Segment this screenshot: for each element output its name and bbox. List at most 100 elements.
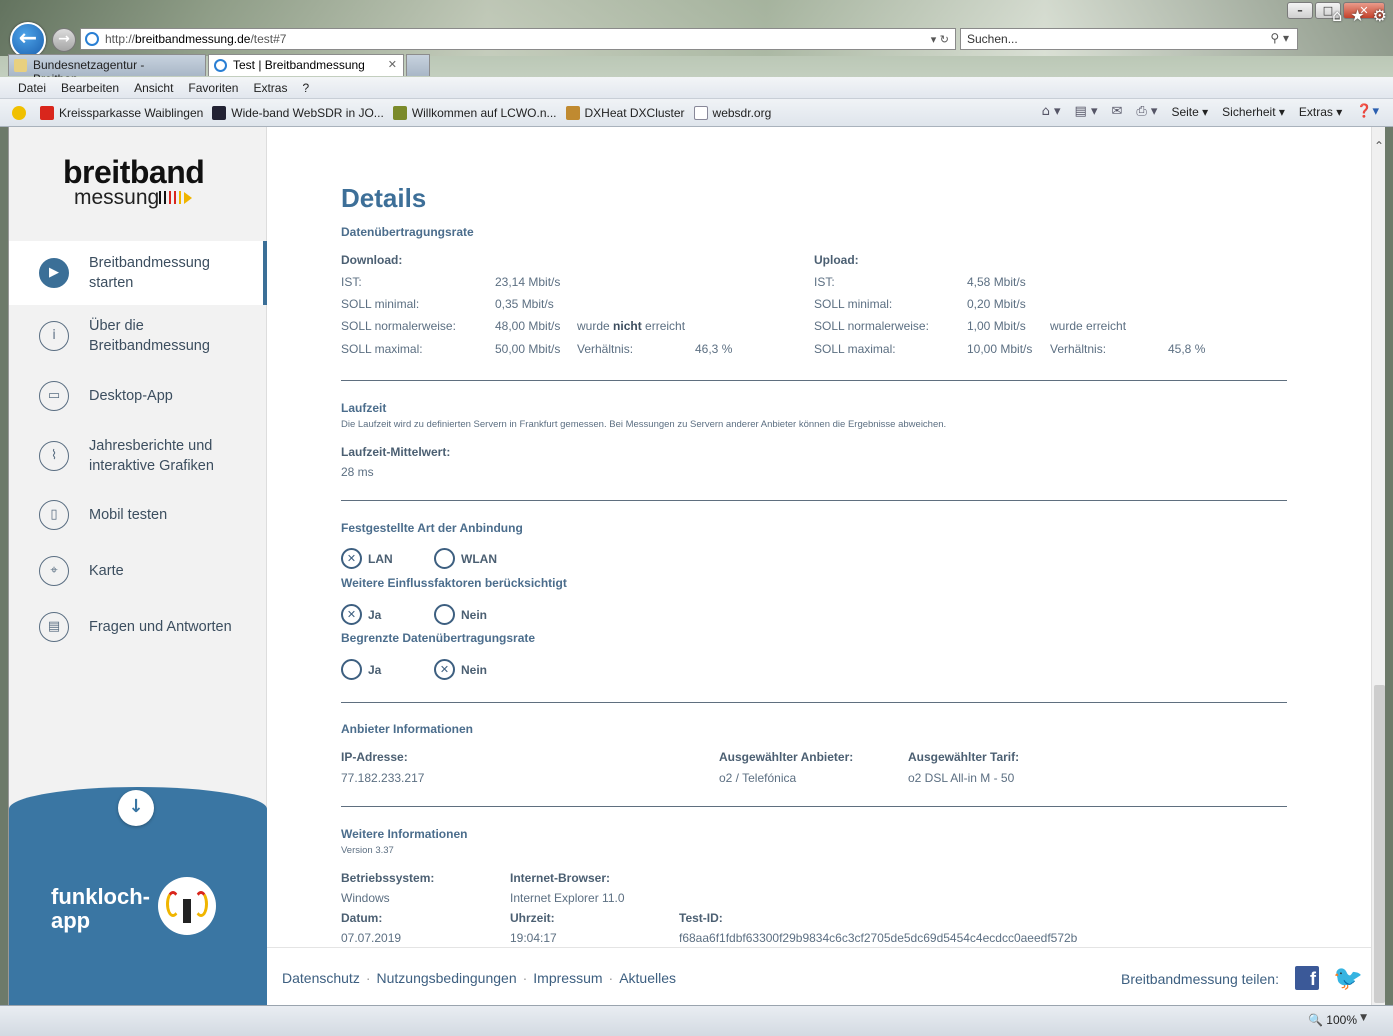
logo-text-top: breitband — [63, 154, 205, 190]
download-normal-label: SOLL normalerweise: — [341, 319, 456, 333]
ip-label: IP-Adresse: — [341, 750, 408, 764]
favorite-websdr-org[interactable]: websdr.org — [693, 105, 771, 120]
zoom-dropdown-icon[interactable]: ▼ — [1360, 1013, 1367, 1023]
radio-limited-yes[interactable]: Ja — [341, 659, 381, 680]
latency-section-title: Laufzeit — [341, 401, 387, 415]
sidebar-item-start-test[interactable]: ▶ Breitbandmessung starten — [9, 241, 267, 305]
scroll-up-arrow-icon[interactable]: ⌃ — [1374, 139, 1384, 153]
funkloch-app-link[interactable]: funkloch-app — [51, 885, 150, 933]
sidebar-item-about[interactable]: i Über die Breitbandmessung — [9, 305, 267, 367]
checked-x-icon: ✕ — [434, 659, 455, 680]
details-content: Details Datenübertragungsrate Download: … — [281, 127, 1371, 945]
radio-wlan[interactable]: WLAN — [434, 548, 497, 569]
home-icon[interactable]: ⌂ ▾ — [1042, 104, 1061, 119]
radio-factors-yes[interactable]: ✕ Ja — [341, 604, 381, 625]
factors-section-title: Weitere Einflussfaktoren berücksichtigt — [341, 576, 567, 590]
divider — [341, 380, 1287, 381]
scroll-down-button[interactable]: ↓ — [118, 790, 154, 826]
facebook-icon[interactable]: f — [1295, 966, 1319, 990]
search-icon[interactable]: ⚲ ▾ — [1270, 31, 1289, 45]
menu-help[interactable]: ? — [302, 81, 309, 95]
sidebar-nav: ▶ Breitbandmessung starten i Über die Brei… — [9, 241, 267, 655]
sidebar-item-label: Breitbandmessung starten — [89, 255, 210, 291]
favorite-kreissparkasse[interactable]: Kreissparkasse Waiblingen — [40, 105, 203, 120]
command-seite[interactable]: Seite ▾ — [1171, 105, 1208, 119]
twitter-icon[interactable]: 🐦 — [1333, 964, 1363, 992]
sidebar-item-mobile[interactable]: ▯ Mobil testen — [9, 487, 267, 543]
chart-icon: ⌇ — [39, 441, 69, 471]
footer-link-aktuelles[interactable]: Aktuelles — [619, 970, 676, 986]
favorites-star-icon[interactable]: ★ — [1350, 6, 1364, 25]
tab-bundesnetzagentur[interactable]: Bundesnetzagentur - Breitban... — [8, 54, 206, 86]
os-value: Windows — [341, 891, 390, 905]
footer-link-datenschutz[interactable]: Datenschutz — [282, 970, 360, 986]
minimize-button[interactable]: – — [1287, 2, 1313, 19]
sidebar-item-reports[interactable]: ⌇ Jahresberichte und interaktive Grafiken — [9, 425, 267, 487]
lcwo-icon — [392, 105, 407, 120]
time-label: Uhrzeit: — [510, 911, 555, 925]
scrollbar-thumb[interactable] — [1374, 685, 1385, 1003]
favorite-lcwo[interactable]: Willkommen auf LCWO.n... — [392, 105, 557, 120]
date-label: Datum: — [341, 911, 383, 925]
search-box[interactable]: Suchen... ⚲ ▾ — [960, 28, 1298, 50]
favorite-websdr-jo[interactable]: Wide-band WebSDR in JO... — [212, 105, 384, 120]
latency-value: 28 ms — [341, 465, 374, 479]
provider-value: o2 / Telefónica — [719, 771, 797, 785]
download-heading: Download: — [341, 253, 403, 267]
checked-x-icon: ✕ — [341, 548, 362, 569]
radio-lan[interactable]: ✕ LAN — [341, 548, 393, 569]
command-sicherheit[interactable]: Sicherheit ▾ — [1222, 105, 1285, 119]
upload-ratio-label: Verhältnis: — [1050, 342, 1107, 356]
favorites-star-icon[interactable] — [12, 105, 31, 120]
help-icon[interactable]: ❓▾ — [1356, 104, 1379, 119]
close-tab-icon[interactable]: ✕ — [388, 58, 397, 71]
latency-note: Die Laufzeit wird zu definierten Servern… — [341, 419, 947, 430]
sidebar-item-label: Fragen und Antworten — [89, 619, 232, 635]
footer-link-nutzungsbedingungen[interactable]: Nutzungsbedingungen — [377, 970, 517, 986]
sidebar-item-desktop-app[interactable]: ▭ Desktop-App — [9, 367, 267, 425]
download-max-label: SOLL maximal: — [341, 342, 423, 356]
download-min-label: SOLL minimal: — [341, 297, 420, 311]
favorite-dxheat[interactable]: DXHeat DXCluster — [565, 105, 685, 120]
browser-value: Internet Explorer 11.0 — [510, 891, 625, 905]
radio-factors-no[interactable]: Nein — [434, 604, 487, 625]
settings-gear-icon[interactable]: ⚙ — [1373, 6, 1387, 25]
rss-feed-icon[interactable]: ▤ ▾ — [1075, 104, 1098, 119]
antenna-icon[interactable] — [158, 877, 216, 935]
sidebar-item-label: Über die Breitbandmessung — [89, 318, 210, 354]
command-extras[interactable]: Extras ▾ — [1299, 105, 1342, 119]
menu-extras[interactable]: Extras — [253, 81, 287, 95]
chat-icon: ▤ — [39, 612, 69, 642]
sidebar-item-faq[interactable]: ▤ Fragen und Antworten — [9, 599, 267, 655]
upload-ist-label: IST: — [814, 275, 835, 289]
test-id-label: Test-ID: — [679, 911, 723, 925]
command-bar: ⌂ ▾ ▤ ▾ ✉ ⎙ ▾ Seite ▾ Sicherheit ▾ Extra… — [1042, 104, 1379, 119]
back-button[interactable]: ← — [10, 22, 46, 58]
sidebar-item-map[interactable]: ⌖ Karte — [9, 543, 267, 599]
info-icon: i — [39, 321, 69, 351]
mail-icon[interactable]: ✉ — [1111, 104, 1122, 119]
menu-favoriten[interactable]: Favoriten — [188, 81, 238, 95]
divider — [341, 702, 1287, 703]
vertical-scrollbar[interactable]: ⌃ — [1371, 127, 1385, 1005]
upload-max-label: SOLL maximal: — [814, 342, 896, 356]
print-icon[interactable]: ⎙ ▾ — [1136, 104, 1157, 119]
upload-ist-value: 4,58 Mbit/s — [967, 275, 1026, 289]
menu-bearbeiten[interactable]: Bearbeiten — [61, 81, 119, 95]
forward-button[interactable]: → — [52, 28, 76, 52]
refresh-icon[interactable]: ▾ ↻ — [931, 33, 955, 46]
tab-breitbandmessung[interactable]: Test | Breitbandmessung ✕ — [208, 54, 404, 76]
footer-link-impressum[interactable]: Impressum — [533, 970, 602, 986]
breitbandmessung-logo[interactable]: breitband messung — [63, 154, 223, 209]
ie-icon — [214, 59, 227, 72]
radio-limited-no[interactable]: ✕ Nein — [434, 659, 487, 680]
new-tab-button[interactable] — [406, 54, 430, 76]
menu-ansicht[interactable]: Ansicht — [134, 81, 173, 95]
zoom-level[interactable]: 🔍 100% — [1308, 1013, 1357, 1027]
menu-datei[interactable]: Datei — [18, 81, 46, 95]
divider — [341, 500, 1287, 501]
home-icon[interactable]: ⌂ — [1332, 6, 1342, 25]
download-min-value: 0,35 Mbit/s — [495, 297, 554, 311]
address-bar[interactable]: http://breitbandmessung.de/test#7 ▾ ↻ — [80, 28, 956, 50]
sidebar-item-label: Desktop-App — [89, 388, 173, 404]
